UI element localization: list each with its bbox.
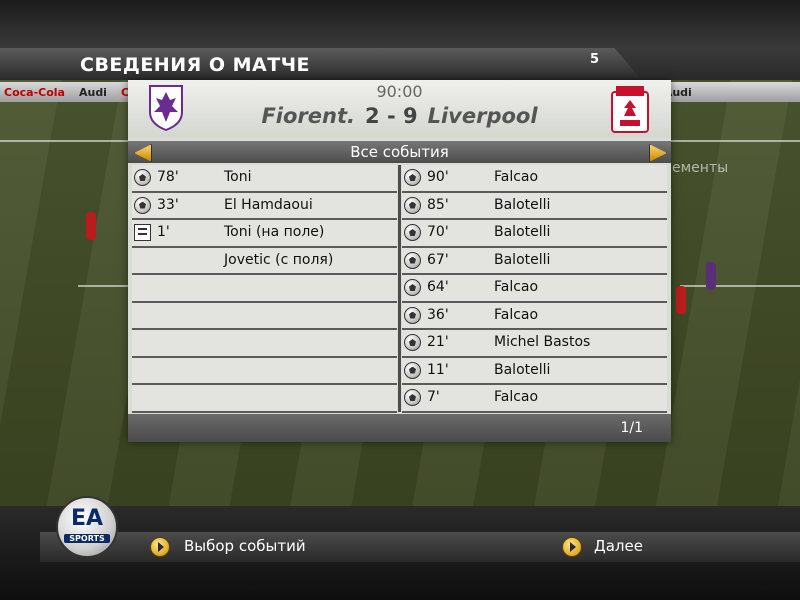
event-player: Falcao — [494, 279, 539, 295]
event-row: 70' Balotelli — [402, 220, 667, 248]
panel-footer: 1/1 — [128, 414, 671, 442]
event-minute: 85' — [427, 196, 449, 213]
event-row: 33' El Hamdaoui — [132, 193, 397, 220]
home-events-list: 78' Toni 33' El Hamdaoui 1' Toni (на поле) Jov… — [132, 165, 397, 413]
event-filter-label: Все события — [350, 143, 449, 161]
away-events-list: 90' Falcao 85' Balotelli 70' Balotelli 67' Balo… — [402, 165, 667, 413]
event-player: Falcao — [494, 389, 539, 405]
event-row: 90' Falcao — [402, 165, 667, 193]
event-minute: 36' — [427, 306, 449, 323]
ball-icon — [404, 224, 421, 241]
player-figure — [676, 286, 686, 314]
ball-icon — [404, 389, 421, 406]
substitution-icon — [134, 224, 151, 241]
empty-icon — [134, 279, 151, 296]
event-row — [132, 385, 397, 413]
event-row: 1' Toni (на поле) — [132, 220, 397, 248]
scoreboard: 90:00 Fiorent. 2 - 9 Liverpool — [128, 80, 671, 138]
event-minute: 78' — [157, 169, 179, 185]
event-row: 78' Toni — [132, 165, 397, 193]
event-row: Jovetic (с поля) — [132, 248, 397, 275]
event-minute: 1' — [157, 224, 170, 240]
sports-logo-text: SPORTS — [64, 534, 110, 543]
score-line: Fiorent. 2 - 9 Liverpool — [128, 104, 671, 128]
ball-icon — [404, 169, 421, 186]
event-row: 85' Balotelli — [402, 193, 667, 220]
event-minute: 7' — [427, 389, 440, 405]
event-minute: 11' — [427, 361, 449, 378]
event-player: Michel Bastos — [494, 334, 591, 350]
event-player: Falcao — [494, 169, 539, 185]
event-player: Balotelli — [494, 224, 551, 240]
event-minute: 64' — [427, 279, 449, 295]
select-events-button[interactable]: Выбор событий — [184, 537, 306, 555]
ea-sports-logo: EA SPORTS — [56, 496, 118, 558]
player-figure — [86, 212, 96, 240]
event-row: 36' Falcao — [402, 303, 667, 330]
column-divider — [398, 165, 401, 412]
event-player: Balotelli — [494, 196, 551, 213]
liverpool-crest-icon — [611, 86, 649, 133]
empty-icon — [134, 389, 151, 406]
event-minute: 70' — [427, 224, 449, 240]
next-button[interactable]: Далее — [594, 537, 643, 555]
event-row — [132, 358, 397, 385]
event-row: 11' Balotelli — [402, 358, 667, 385]
score-separator: - — [386, 104, 396, 128]
home-score: 2 — [365, 104, 380, 128]
event-row — [132, 330, 397, 358]
background-partial-text: ементы — [672, 160, 729, 176]
pitch-line — [78, 285, 130, 287]
page-title: СВЕДЕНИЯ О МАТЧЕ — [80, 54, 311, 76]
event-minute: 90' — [427, 169, 449, 185]
event-row: 67' Balotelli — [402, 248, 667, 275]
pagination-indicator: 1/1 — [620, 420, 643, 436]
match-clock: 90:00 — [376, 82, 423, 101]
select-events-button-icon[interactable] — [150, 537, 170, 557]
ball-icon — [404, 306, 421, 324]
event-row: 7' Falcao — [402, 385, 667, 413]
match-details-panel: 90:00 Fiorent. 2 - 9 Liverpool Все события… — [128, 80, 671, 442]
event-player: Jovetic (с поля) — [224, 251, 334, 268]
event-player: Falcao — [494, 306, 539, 323]
empty-icon — [134, 362, 151, 379]
away-team-name: Liverpool — [427, 104, 538, 128]
ball-icon — [404, 279, 421, 296]
player-figure — [706, 262, 716, 290]
event-minute: 67' — [427, 251, 449, 268]
empty-icon — [134, 252, 151, 269]
pitch-line — [680, 285, 800, 287]
event-row — [132, 303, 397, 330]
ball-icon — [404, 251, 421, 269]
event-row: 64' Falcao — [402, 275, 667, 303]
away-score: 9 — [402, 104, 418, 128]
event-row: 21' Michel Bastos — [402, 330, 667, 358]
event-minute: 21' — [427, 334, 449, 350]
event-player: Toni (на поле) — [224, 224, 325, 240]
event-player: Balotelli — [494, 251, 551, 268]
event-minute: 33' — [157, 196, 179, 213]
ea-logo-text: EA — [70, 506, 104, 531]
ball-icon — [404, 361, 421, 379]
ad-text: Audi — [78, 85, 107, 99]
event-player: Balotelli — [494, 361, 551, 378]
event-row — [132, 275, 397, 303]
event-player: Toni — [224, 169, 252, 185]
event-player: El Hamdaoui — [224, 196, 313, 213]
ball-icon — [134, 196, 151, 214]
empty-icon — [134, 334, 151, 351]
page-number: 5 — [590, 52, 600, 67]
next-button-icon[interactable] — [562, 537, 582, 557]
ball-icon — [404, 334, 421, 351]
empty-icon — [134, 307, 151, 324]
ball-icon — [134, 169, 151, 186]
ad-text: Coca-Cola — [4, 85, 65, 99]
home-team-name: Fiorent. — [261, 104, 355, 128]
ball-icon — [404, 196, 421, 214]
score-value: 2 - 9 — [365, 104, 418, 128]
event-filter-bar: Все события — [128, 141, 671, 163]
